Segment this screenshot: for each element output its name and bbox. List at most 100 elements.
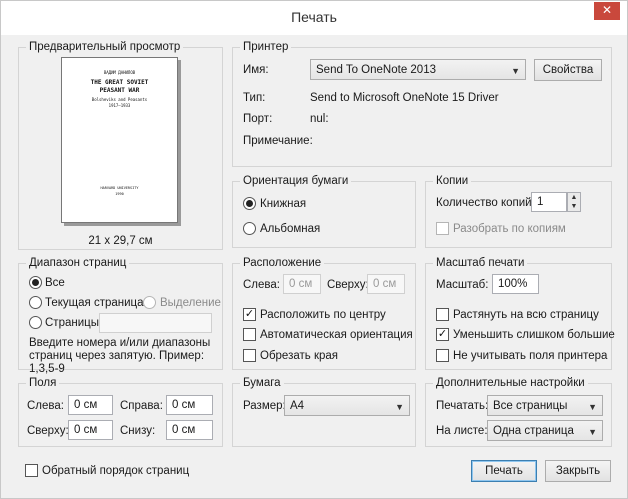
print-what-value: Все страницы: [493, 400, 568, 412]
range-all-label[interactable]: Все: [45, 276, 65, 290]
placement-top-label: Сверху:: [327, 279, 369, 291]
preview-group: Предварительный просмотр ВАДИМ ДАНИЛОВ T…: [18, 40, 223, 250]
copies-count-input[interactable]: 1: [531, 192, 567, 212]
copies-count-label: Количество копий:: [436, 197, 535, 209]
preview-doc-year: 1990: [115, 192, 124, 196]
print-dialog: Печать ✕ Предварительный просмотр ВАДИМ …: [0, 0, 628, 499]
crop-label[interactable]: Обрезать края: [260, 349, 338, 363]
preview-doc-title-1: THE GREAT SOVIET: [90, 79, 149, 86]
paper-size-label-text: Размер:: [243, 400, 286, 412]
chevron-down-icon: ▼: [588, 402, 597, 412]
range-pages-input[interactable]: [99, 313, 212, 333]
portrait-label[interactable]: Книжная: [260, 197, 306, 211]
preview-page: ВАДИМ ДАНИЛОВ THE GREAT SOVIET PEASANT W…: [61, 57, 178, 223]
per-sheet-select[interactable]: Одна страница ▼: [487, 420, 603, 441]
printer-name-label: Имя:: [243, 64, 269, 76]
paper-size-value: A4: [290, 400, 305, 412]
printer-port-value: nul:: [310, 113, 329, 125]
reverse-order-label[interactable]: Обратный порядок страниц: [42, 464, 189, 478]
scale-input[interactable]: 100%: [492, 274, 539, 294]
ignore-margins-checkbox[interactable]: [436, 349, 449, 362]
ignore-margins-label[interactable]: Не учитывать поля принтера: [453, 349, 607, 363]
margin-right-input[interactable]: 0 см: [166, 395, 213, 415]
placement-group: Расположение Слева: 0 см Сверху: 0 см ✓ …: [232, 256, 416, 370]
chevron-down-icon: ▼: [511, 66, 520, 76]
margin-bottom-label: Снизу:: [120, 425, 156, 437]
margins-group: Поля Слева: 0 см Справа: 0 см Сверху: 0 …: [18, 376, 223, 447]
title-bar[interactable]: Печать ✕: [1, 1, 627, 35]
stretch-checkbox[interactable]: [436, 308, 449, 321]
preview-doc-author: ВАДИМ ДАНИЛОВ: [103, 70, 136, 75]
copies-spinner[interactable]: ▲ ▼: [567, 192, 581, 212]
collate-checkbox[interactable]: [436, 222, 449, 235]
orientation-group-title: Ориентация бумаги: [240, 174, 352, 188]
shrink-label[interactable]: Уменьшить слишком большие: [453, 328, 615, 342]
reverse-order-checkbox[interactable]: [25, 464, 38, 477]
margin-bottom-input[interactable]: 0 см: [166, 420, 213, 440]
copies-group: Копии Количество копий: 1 ▲ ▼ Разобрать …: [425, 174, 612, 248]
spin-down-icon[interactable]: ▼: [568, 202, 580, 211]
printer-type-value: Send to Microsoft OneNote 15 Driver: [310, 92, 499, 104]
properties-button[interactable]: Свойства: [534, 59, 602, 81]
range-selection-label[interactable]: Выделение: [160, 296, 221, 310]
margin-right-label: Справа:: [120, 400, 163, 412]
copies-group-title: Копии: [433, 174, 472, 188]
portrait-radio[interactable]: [243, 197, 256, 210]
range-pages-label[interactable]: Страницы:: [45, 316, 102, 330]
range-selection-radio[interactable]: [143, 296, 156, 309]
page-range-group: Диапазон страниц Все Текущая страница Вы…: [18, 256, 223, 375]
placement-top-input[interactable]: 0 см: [367, 274, 405, 294]
printer-note-label: Примечание:: [243, 135, 313, 147]
paper-size-select[interactable]: A4 ▼: [284, 395, 410, 416]
printer-group: Принтер Имя: Send To OneNote 2013 ▼ Свой…: [232, 40, 612, 167]
scale-group-title: Масштаб печати: [433, 256, 528, 270]
scale-group: Масштаб печати Масштаб: 100% Растянуть н…: [425, 256, 615, 370]
center-checkbox[interactable]: ✓: [243, 308, 256, 321]
range-all-radio[interactable]: [29, 276, 42, 289]
crop-checkbox[interactable]: [243, 349, 256, 362]
close-icon[interactable]: ✕: [594, 2, 620, 20]
advanced-group-title: Дополнительные настройки: [433, 376, 588, 390]
placement-left-label: Слева:: [243, 279, 280, 291]
close-button[interactable]: Закрыть: [545, 460, 611, 482]
orientation-group: Ориентация бумаги Книжная Альбомная: [232, 174, 416, 248]
print-button[interactable]: Печать: [471, 460, 537, 482]
dialog-title: Печать: [291, 9, 337, 25]
margin-top-label: Сверху:: [27, 425, 69, 437]
range-current-label[interactable]: Текущая страница: [45, 296, 144, 310]
printer-type-label: Тип:: [243, 92, 266, 104]
per-sheet-value: Одна страница: [493, 425, 574, 437]
range-hint-text: Введите номера и/или диапазоны страниц ч…: [29, 337, 211, 375]
collate-label[interactable]: Разобрать по копиям: [453, 222, 566, 236]
auto-orient-checkbox[interactable]: [243, 328, 256, 341]
landscape-label[interactable]: Альбомная: [260, 222, 320, 236]
print-what-select[interactable]: Все страницы ▼: [487, 395, 603, 416]
margin-top-input[interactable]: 0 см: [68, 420, 113, 440]
shrink-checkbox[interactable]: ✓: [436, 328, 449, 341]
auto-orient-label[interactable]: Автоматическая ориентация: [260, 328, 413, 342]
print-what-label: Печатать:: [436, 400, 489, 412]
stretch-label[interactable]: Растянуть на всю страницу: [453, 308, 599, 322]
range-pages-radio[interactable]: [29, 316, 42, 329]
page-range-group-title: Диапазон страниц: [26, 256, 130, 270]
landscape-radio[interactable]: [243, 222, 256, 235]
scale-label: Масштаб:: [436, 279, 489, 291]
paper-size-label: 21 x 29,7 см: [88, 235, 153, 247]
advanced-group: Дополнительные настройки Печатать: Все с…: [425, 376, 612, 447]
printer-select[interactable]: Send To OneNote 2013 ▼: [310, 59, 526, 80]
range-current-radio[interactable]: [29, 296, 42, 309]
printer-port-label: Порт:: [243, 113, 273, 125]
margins-group-title: Поля: [26, 376, 60, 390]
margin-left-label: Слева:: [27, 400, 64, 412]
center-label[interactable]: Расположить по центру: [260, 308, 386, 322]
chevron-down-icon: ▼: [395, 402, 404, 412]
printer-group-title: Принтер: [240, 40, 292, 54]
placement-left-input[interactable]: 0 см: [283, 274, 321, 294]
margin-left-input[interactable]: 0 см: [68, 395, 113, 415]
per-sheet-label: На листе:: [436, 425, 488, 437]
spin-up-icon[interactable]: ▲: [568, 193, 580, 202]
preview-doc-years: 1917–1933: [108, 103, 131, 108]
placement-group-title: Расположение: [240, 256, 325, 270]
paper-group-title: Бумага: [240, 376, 284, 390]
chevron-down-icon: ▼: [588, 427, 597, 437]
